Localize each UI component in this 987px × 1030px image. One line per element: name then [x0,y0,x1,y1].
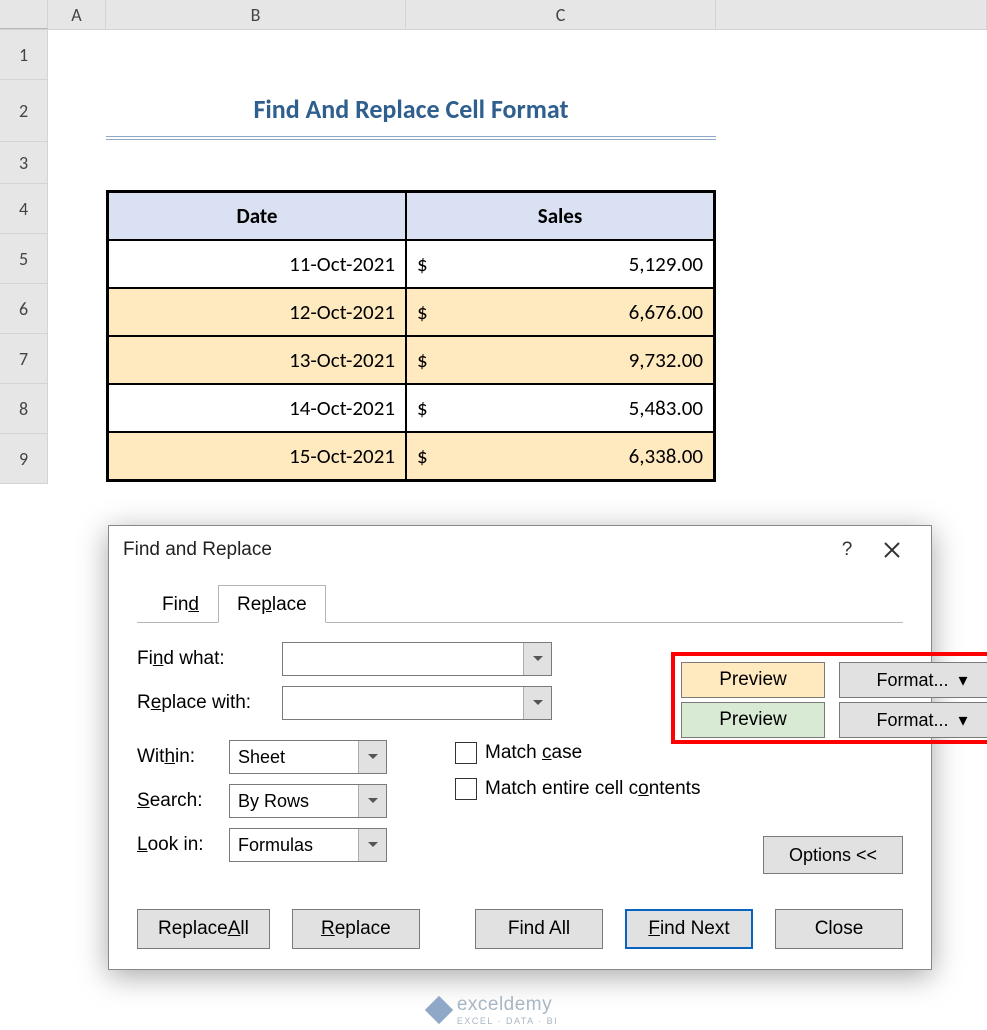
help-button[interactable]: ? [827,539,867,561]
col-header-B[interactable]: B [106,0,406,29]
dialog-title: Find and Replace [123,539,272,561]
th-sales[interactable]: Sales [406,192,714,240]
row-headers: 1 2 3 4 5 6 7 8 9 [0,30,48,484]
cell-sales[interactable]: $5,129.00 [406,240,714,288]
lookin-label: Look in: [137,834,229,856]
within-select[interactable]: Sheet [229,740,387,774]
cell-date[interactable]: 15-Oct-2021 [108,432,406,480]
match-entire-checkbox[interactable]: Match entire cell contents [455,771,903,807]
cell-date[interactable]: 11-Oct-2021 [108,240,406,288]
checkbox-icon[interactable] [455,778,477,800]
chevron-down-icon[interactable] [358,829,386,861]
col-header-A[interactable]: A [48,0,106,29]
column-headers: A B C [0,0,987,30]
find-format-button[interactable]: Format...▾ [839,662,987,698]
chevron-down-icon[interactable] [358,785,386,817]
find-next-button[interactable]: Find Next [625,909,753,949]
col-header-rest [716,0,987,29]
dialog-tabs: Find Replace [143,582,903,622]
find-what-input[interactable] [282,642,552,676]
replace-with-input[interactable] [282,686,552,720]
row-header-9[interactable]: 9 [0,434,47,484]
row-header-5[interactable]: 5 [0,234,47,284]
dialog-button-row: Replace All Replace Find All Find Next C… [137,909,903,949]
row-header-8[interactable]: 8 [0,384,47,434]
row-header-4[interactable]: 4 [0,184,47,234]
lookin-select[interactable]: Formulas [229,828,387,862]
cell-sales[interactable]: $5,483.00 [406,384,714,432]
chevron-down-icon[interactable] [358,741,386,773]
close-icon[interactable] [867,541,917,559]
chevron-down-icon[interactable] [523,643,551,675]
table-row[interactable]: 12-Oct-2021 $6,676.00 [108,288,714,336]
close-button[interactable]: Close [775,909,903,949]
cell-sales[interactable]: $6,338.00 [406,432,714,480]
tab-replace[interactable]: Replace [218,585,326,623]
format-preview-highlight: Preview Format...▾ Preview Format...▾ [671,652,987,744]
data-table: Date Sales 11-Oct-2021 $5,129.00 12-Oct-… [106,190,716,482]
select-all-corner[interactable] [0,0,48,29]
dialog-titlebar[interactable]: Find and Replace ? [109,526,931,574]
search-select[interactable]: By Rows [229,784,387,818]
table-row[interactable]: 11-Oct-2021 $5,129.00 [108,240,714,288]
logo-icon [425,996,453,1024]
options-button[interactable]: Options << [763,836,903,874]
cell-sales[interactable]: $9,732.00 [406,336,714,384]
replace-with-label: Replace with: [137,692,282,714]
th-date[interactable]: Date [108,192,406,240]
tab-find[interactable]: Find [143,585,218,623]
find-replace-dialog: Find and Replace ? Find Replace Find wha… [108,525,932,970]
table-row[interactable]: 13-Oct-2021 $9,732.00 [108,336,714,384]
cell-date[interactable]: 14-Oct-2021 [108,384,406,432]
chevron-down-icon: ▾ [958,670,967,691]
row-header-3[interactable]: 3 [0,142,47,184]
chevron-down-icon: ▾ [958,710,967,731]
cell-date[interactable]: 13-Oct-2021 [108,336,406,384]
page-title: Find And Replace Cell Format [106,82,716,140]
cell-sales[interactable]: $6,676.00 [406,288,714,336]
row-header-6[interactable]: 6 [0,284,47,334]
replace-all-button[interactable]: Replace All [137,909,270,949]
chevron-down-icon[interactable] [523,687,551,719]
find-all-button[interactable]: Find All [475,909,603,949]
checkbox-icon[interactable] [455,742,477,764]
within-label: Within: [137,746,229,768]
table-row[interactable]: 14-Oct-2021 $5,483.00 [108,384,714,432]
replace-button[interactable]: Replace [292,909,420,949]
worksheet-cells[interactable]: Find And Replace Cell Format Date Sales … [48,30,987,484]
row-header-1[interactable]: 1 [0,30,47,80]
col-header-C[interactable]: C [406,0,716,29]
replace-format-preview: Preview [681,702,825,738]
search-label: Search: [137,790,229,812]
watermark: exceldemy EXCEL · DATA · BI [0,994,987,1026]
row-header-7[interactable]: 7 [0,334,47,384]
replace-format-button[interactable]: Format...▾ [839,702,987,738]
row-header-2[interactable]: 2 [0,80,47,142]
find-format-preview: Preview [681,662,825,698]
table-row[interactable]: 15-Oct-2021 $6,338.00 [108,432,714,480]
find-what-label: Find what: [137,648,282,670]
cell-date[interactable]: 12-Oct-2021 [108,288,406,336]
